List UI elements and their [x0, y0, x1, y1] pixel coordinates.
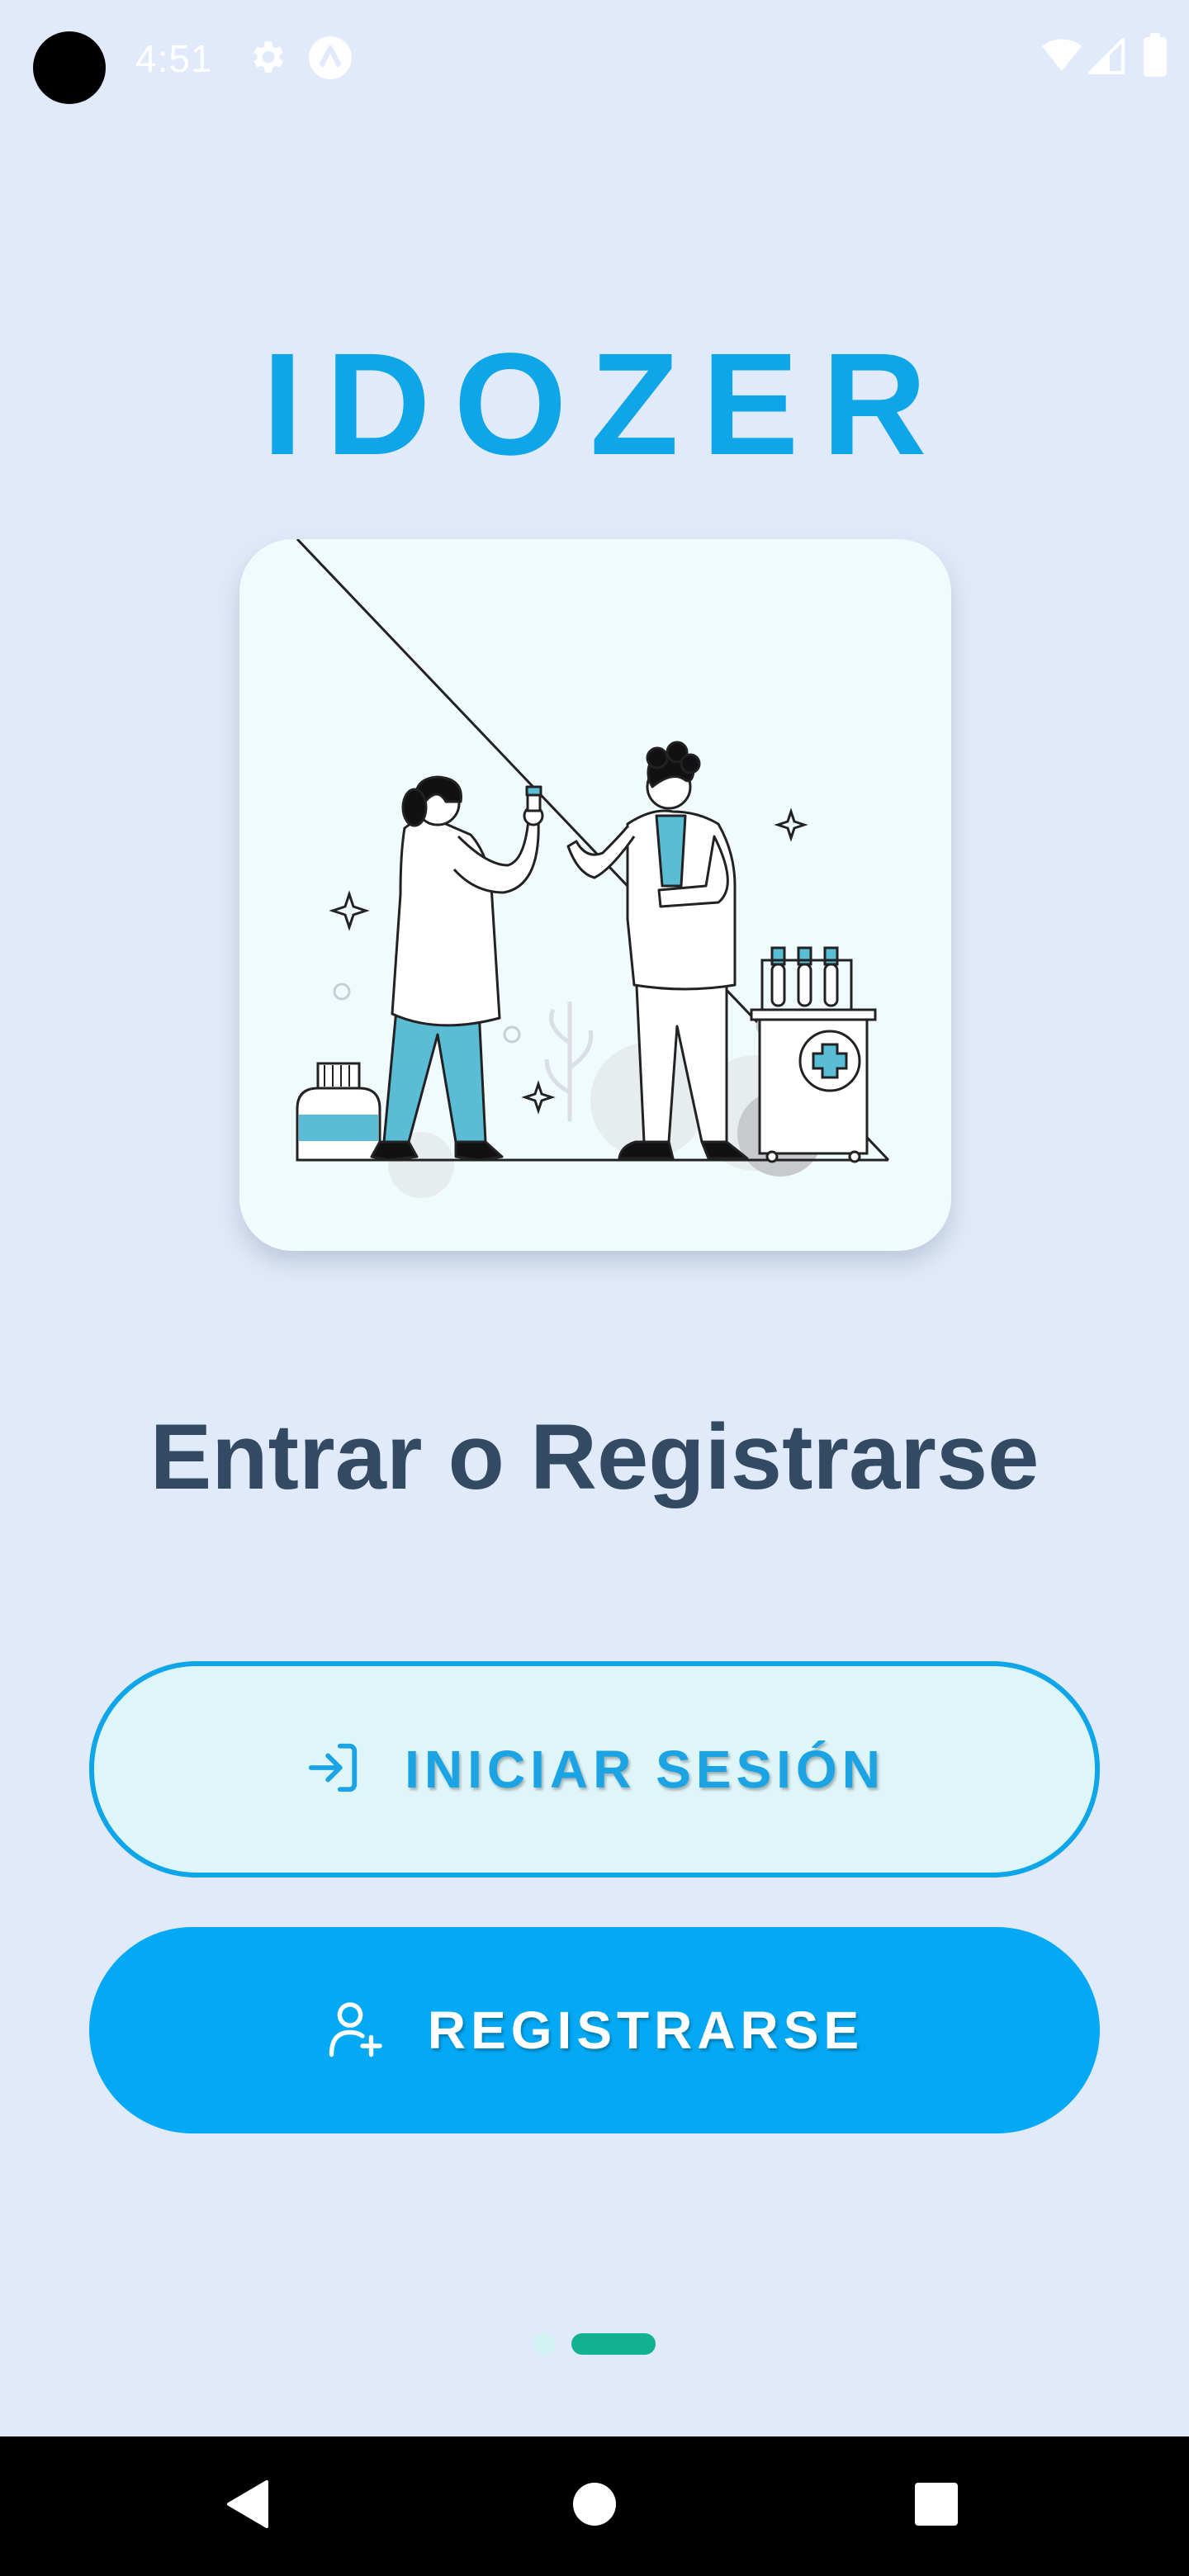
recents-square-icon [914, 2482, 959, 2531]
register-button-label: REGISTRARSE [427, 2001, 865, 2060]
status-time: 4:51 [135, 37, 213, 80]
home-button[interactable] [545, 2436, 644, 2576]
page-heading: Entrar o Registrarse [149, 1405, 1040, 1508]
back-triangle-icon [225, 2480, 270, 2532]
app-title: IDOZER [262, 324, 950, 485]
add-user-icon [325, 1997, 385, 2064]
cell-signal-icon [1086, 36, 1125, 78]
navigation-bar [0, 2436, 1189, 2576]
camera-cutout [33, 31, 106, 104]
battery-icon [1143, 33, 1168, 82]
login-button[interactable]: INICIAR SESIÓN [89, 1661, 1100, 1878]
page-indicator [0, 2333, 1189, 2355]
login-arrow-icon [304, 1739, 362, 1801]
login-button-label: INICIAR SESIÓN [405, 1740, 885, 1799]
settings-gear-icon [246, 36, 287, 82]
status-bar: 4:51 [0, 0, 1189, 116]
page-dot-2-active[interactable] [571, 2333, 656, 2355]
a-badge-icon [307, 35, 353, 85]
home-circle-icon [572, 2482, 617, 2531]
doctors-with-lab-sample-illustration [296, 539, 890, 1198]
page-dot-1[interactable] [533, 2333, 555, 2355]
back-button[interactable] [198, 2436, 297, 2576]
register-button[interactable]: REGISTRARSE [89, 1927, 1100, 2133]
recents-button[interactable] [887, 2436, 986, 2576]
wifi-icon [1040, 36, 1083, 77]
hero-illustration-card [239, 539, 951, 1251]
